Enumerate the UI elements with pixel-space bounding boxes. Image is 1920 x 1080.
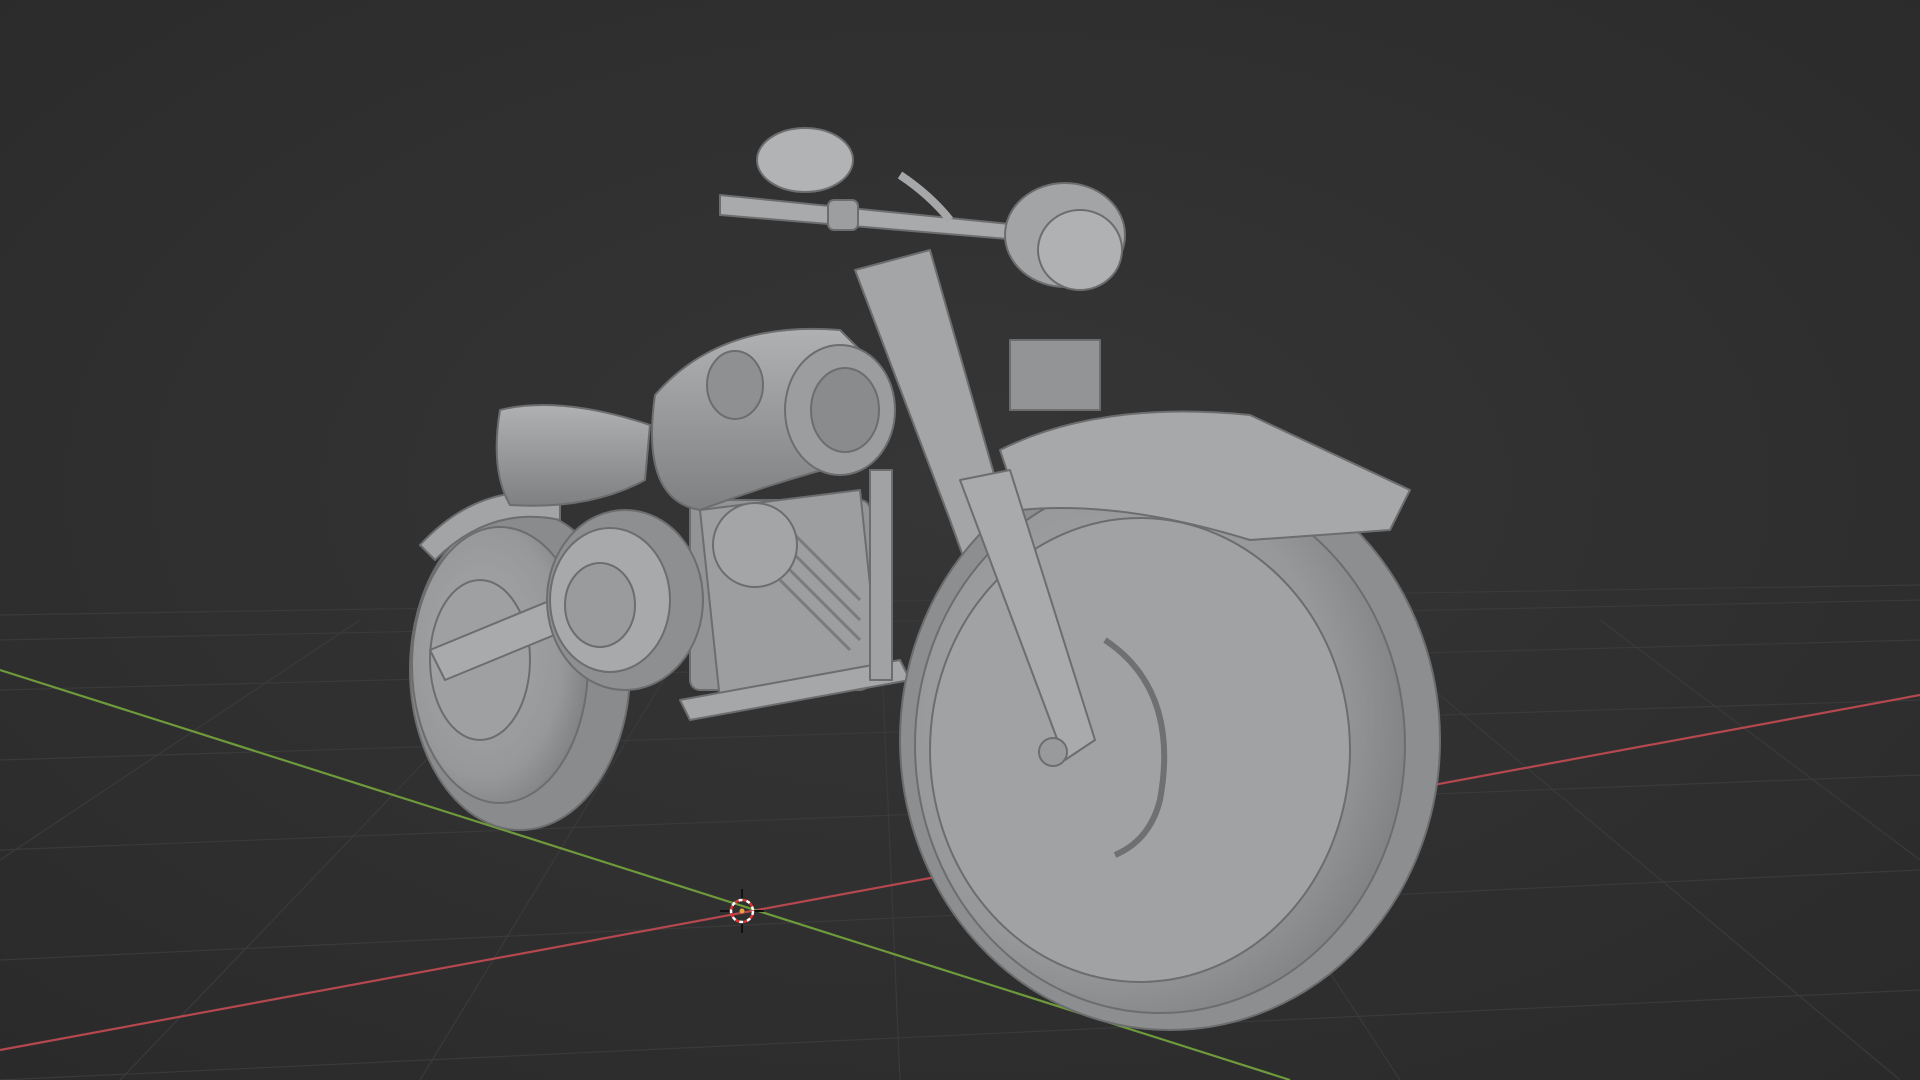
3d-viewport[interactable] <box>0 0 1920 1080</box>
frame-tube <box>869 469 893 681</box>
fuel-cap <box>706 350 764 420</box>
handlebar-grip <box>827 199 859 231</box>
radiator <box>1009 339 1101 411</box>
viewport-canvas[interactable] <box>0 0 1920 1080</box>
pulley <box>546 509 704 691</box>
axle-bolt <box>1038 737 1068 767</box>
mirror <box>756 127 854 193</box>
